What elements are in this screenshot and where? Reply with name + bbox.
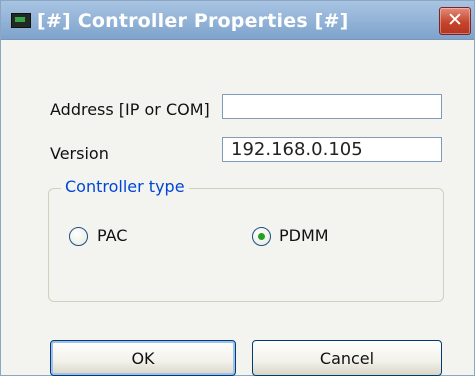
controller-properties-dialog: [#] Controller Properties [#] ✕ Address … [0, 0, 475, 376]
address-label: Address [IP or COM] [50, 100, 210, 119]
controller-type-legend: Controller type [61, 177, 189, 196]
pac-radio[interactable] [69, 227, 88, 246]
pdmm-radio[interactable] [252, 227, 271, 246]
version-input[interactable] [222, 137, 442, 162]
pdmm-radio-label[interactable]: PDMM [279, 226, 329, 245]
controller-type-group: Controller type PAC PDMM [48, 177, 444, 302]
ok-button[interactable]: OK [50, 340, 236, 376]
window-title: [#] Controller Properties [#] [37, 10, 349, 32]
controller-app-icon [11, 13, 31, 28]
address-input[interactable] [222, 94, 442, 119]
version-label: Version [50, 144, 109, 163]
radio-selected-dot [258, 233, 265, 240]
close-icon: ✕ [447, 9, 463, 31]
pac-radio-label[interactable]: PAC [97, 226, 127, 245]
cancel-button[interactable]: Cancel [252, 340, 442, 376]
title-bar[interactable]: [#] Controller Properties [#] ✕ [1, 1, 474, 40]
close-button[interactable]: ✕ [439, 7, 471, 35]
dialog-body: Address [IP or COM] Version Controller t… [1, 40, 474, 376]
